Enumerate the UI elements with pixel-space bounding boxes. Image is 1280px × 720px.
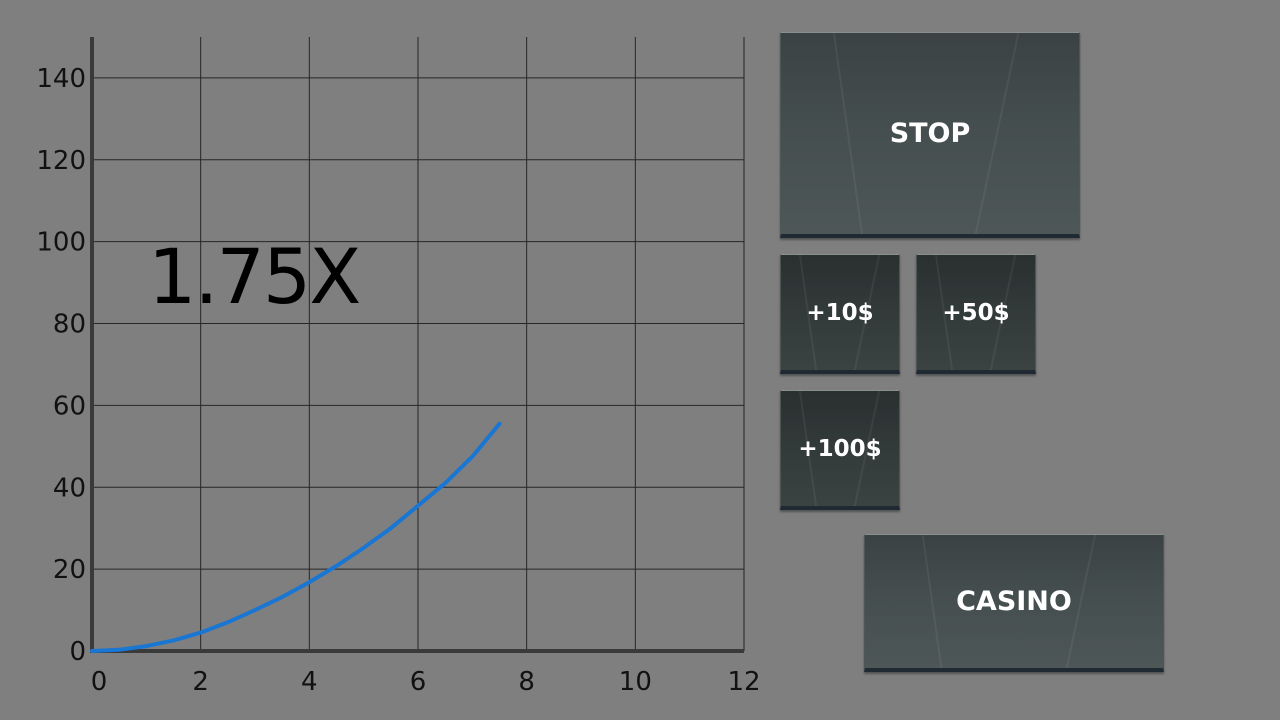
multiplier-chart: 0 2 4 6 8 10 12020406080100120140 [36,37,760,697]
x-tick-label-10: 10 [619,667,652,697]
y-tick-label-40: 40 [53,473,86,503]
add-10-button[interactable]: +10$ [780,254,900,374]
casino-button-label: CASINO [956,586,1072,617]
y-tick-label-80: 80 [53,310,86,340]
y-tick-label-0: 0 [69,637,86,667]
x-tick-label-0: 0 [91,667,108,697]
y-tick-label-140: 140 [36,64,86,94]
add-100-button-label: +100$ [798,435,882,462]
multiplier-curve-line [90,421,502,653]
x-tick-label-2: 2 [192,667,209,697]
game-screen: 0 2 4 6 8 10 12 0 20 40 60 80 100 120 140 1.75X STOP +… [0,0,1280,720]
y-tick-label-60: 60 [53,391,86,421]
x-tick-label-4: 4 [301,667,318,697]
y-tick-label-20: 20 [53,555,86,585]
add-10-button-label: +10$ [806,299,874,326]
add-50-button-label: +50$ [942,299,1010,326]
x-tick-label-12: 12 [727,667,760,697]
stop-button[interactable]: STOP [780,32,1080,238]
x-tick-label-8: 8 [518,667,535,697]
stop-button-label: STOP [889,118,971,149]
x-tick-label-6: 6 [410,667,427,697]
y-tick-label-120: 120 [36,146,86,176]
multiplier-display: 1.75X [148,232,361,321]
casino-button[interactable]: CASINO [864,534,1164,672]
y-tick-label-100: 100 [36,228,86,258]
add-50-button[interactable]: +50$ [916,254,1036,374]
add-100-button[interactable]: +100$ [780,390,900,510]
